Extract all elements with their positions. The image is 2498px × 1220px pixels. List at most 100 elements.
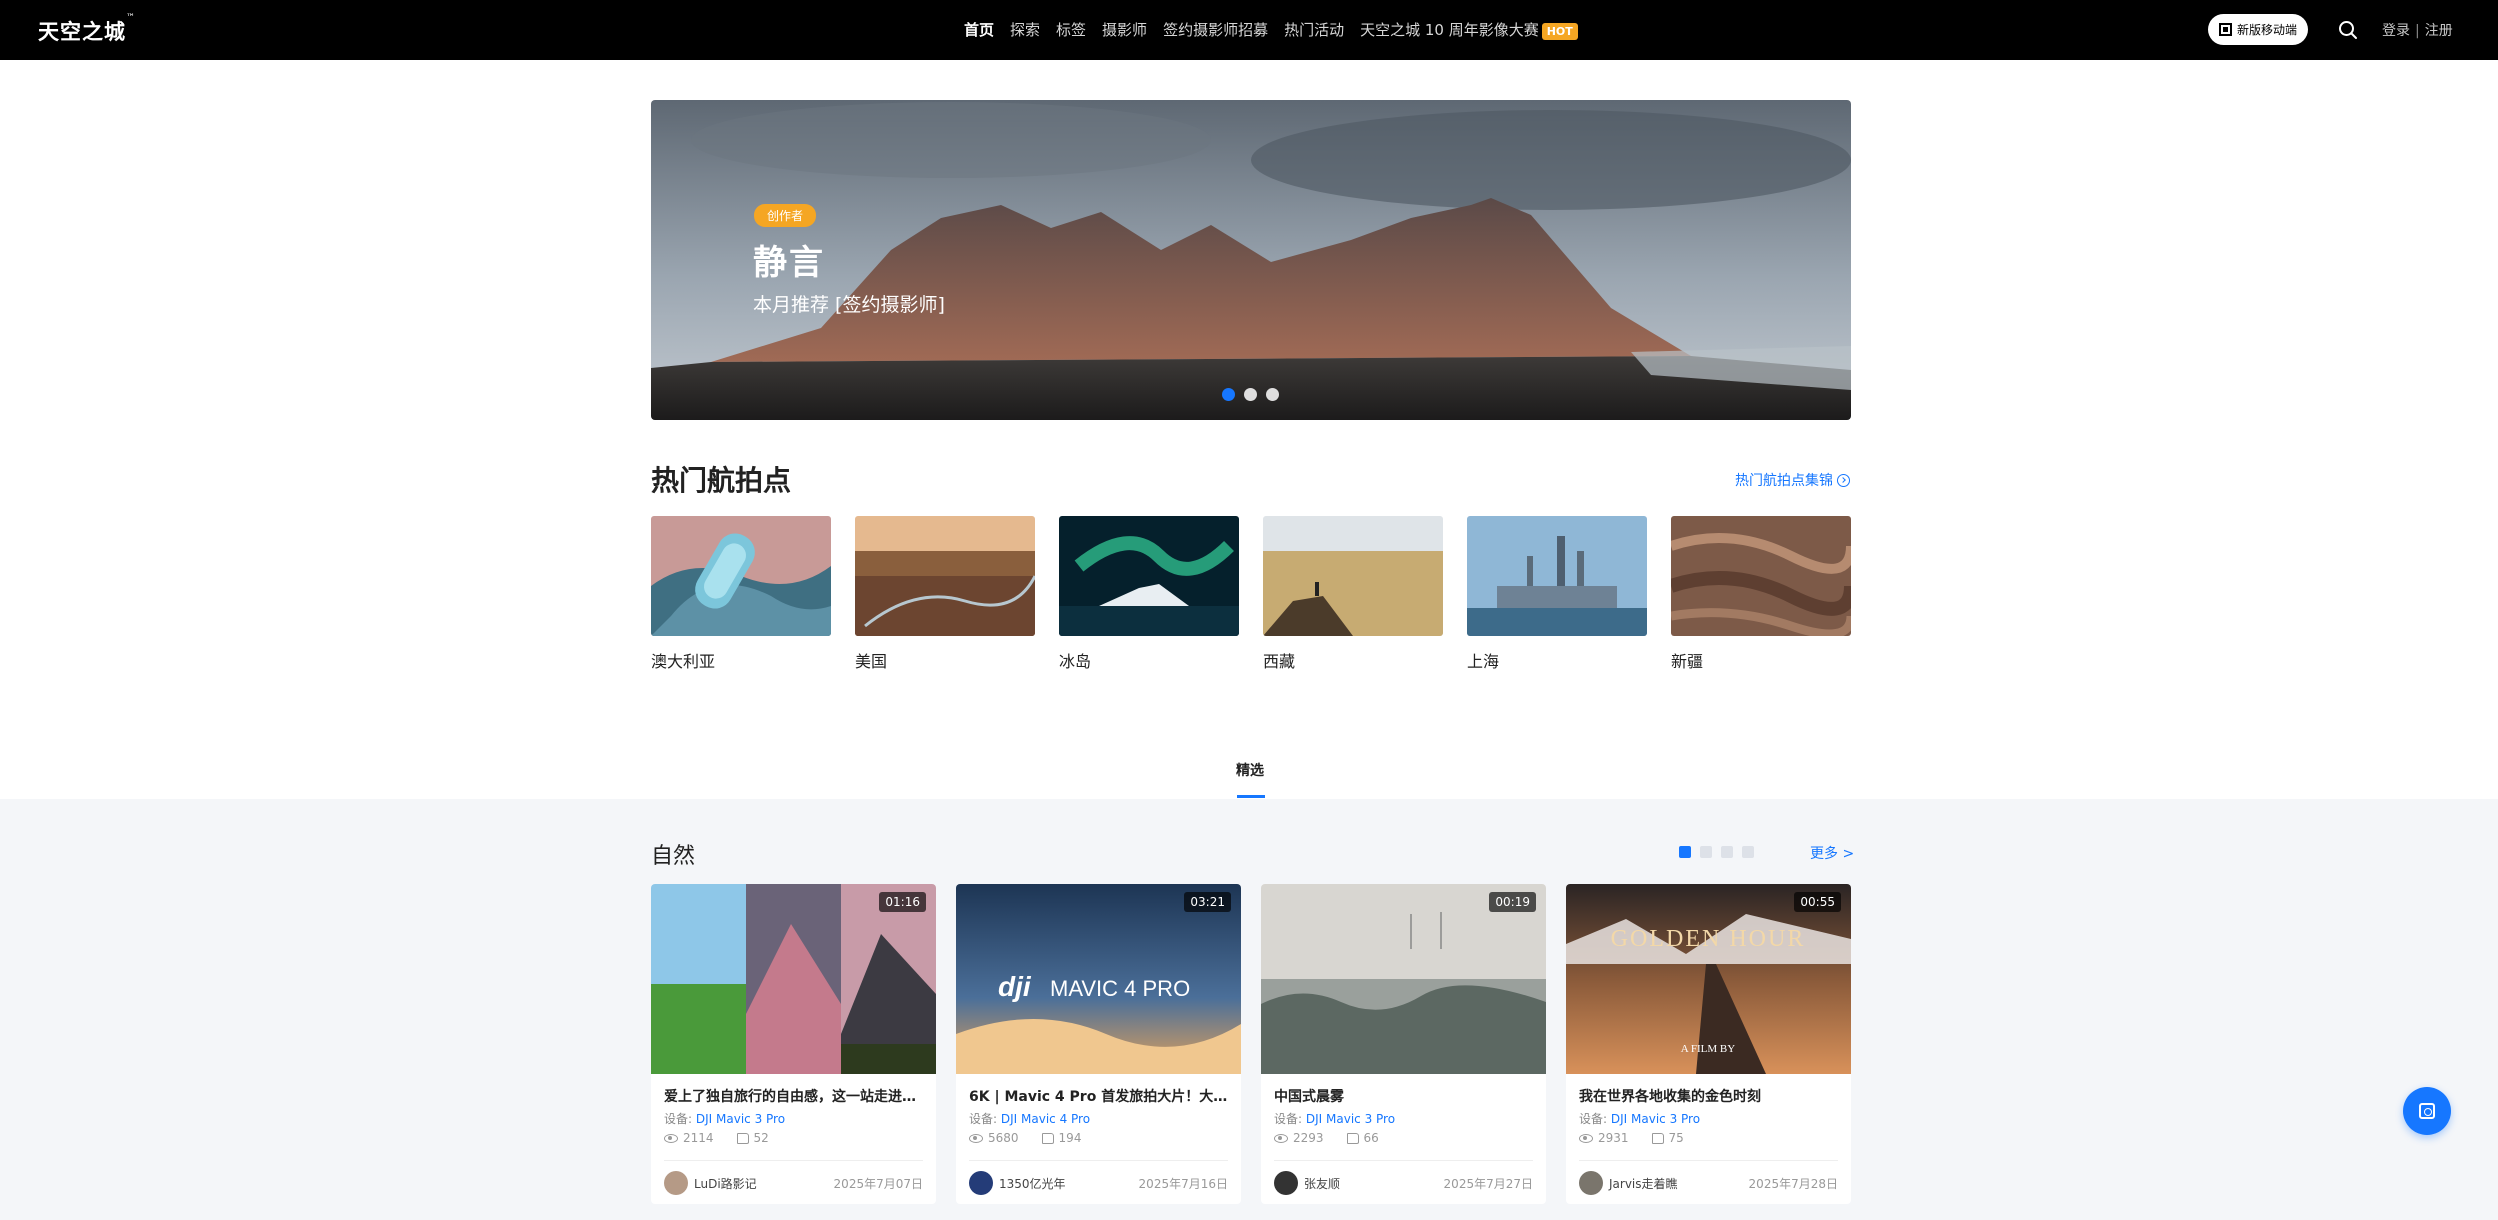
video-duration: 01:16 xyxy=(879,892,926,912)
hotspot-label: 美国 xyxy=(855,652,888,671)
pager-dot[interactable] xyxy=(1700,846,1712,858)
video-card-list: 01:16 爱上了独自旅行的自由感，这一站走进… 设备: DJI Mavic 3… xyxy=(651,884,1851,1204)
eye-icon xyxy=(969,1133,983,1143)
eye-icon xyxy=(1579,1133,1593,1143)
video-card[interactable]: 00:19 中国式晨雾 设备: DJI Mavic 3 Pro 2293 66 … xyxy=(1261,884,1546,1204)
hotspot-tibet[interactable]: 西藏 xyxy=(1263,516,1443,672)
like-count: 52 xyxy=(753,1131,769,1145)
device-prefix: 设备: xyxy=(1274,1112,1303,1126)
video-title[interactable]: 中国式晨雾 xyxy=(1274,1086,1534,1106)
nav-tags[interactable]: 标签 xyxy=(1056,19,1086,40)
video-card[interactable]: dji MAVIC 4 PRO 03:21 6K | Mavic 4 Pro 首… xyxy=(956,884,1241,1204)
creator-badge: 创作者 xyxy=(754,204,817,227)
carousel-dot[interactable] xyxy=(1222,388,1235,401)
hotspot-label: 上海 xyxy=(1467,652,1500,671)
author-name[interactable]: 1350亿光年 xyxy=(999,1175,1066,1192)
hotspots-title: 热门航拍点 xyxy=(651,464,792,497)
card-divider xyxy=(969,1160,1228,1161)
author-name[interactable]: LuDi路影记 xyxy=(694,1175,757,1192)
pager-dot[interactable] xyxy=(1679,846,1691,858)
floating-action-button[interactable] xyxy=(2403,1087,2451,1135)
pager-dot[interactable] xyxy=(1721,846,1733,858)
top-nav-bar: 天空之城™ 首页 探索 标签 摄影师 签约摄影师招募 热门活动 天空之城 10 … xyxy=(0,0,2498,60)
login-link[interactable]: 登录 xyxy=(2382,23,2410,39)
search-icon[interactable] xyxy=(2336,18,2360,42)
site-logo[interactable]: 天空之城™ xyxy=(38,13,136,46)
hotspot-usa[interactable]: 美国 xyxy=(855,516,1037,672)
nav-photographers[interactable]: 摄影师 xyxy=(1102,19,1147,40)
video-device: 设备: DJI Mavic 4 Pro xyxy=(969,1110,1090,1127)
hotspots-link-label: 热门航拍点集锦 xyxy=(1735,473,1833,489)
thumbs-up-icon xyxy=(1041,1132,1054,1144)
device-name[interactable]: DJI Mavic 4 Pro xyxy=(1001,1112,1090,1126)
more-link[interactable]: 更多 > xyxy=(1810,843,1854,863)
thumbs-up-icon xyxy=(736,1132,749,1144)
card-footer: Jarvis走着瞧 2025年7月28日 xyxy=(1579,1171,1838,1195)
video-stats: 2931 75 xyxy=(1579,1131,1684,1145)
hotspot-xinjiang[interactable]: 新疆 xyxy=(1668,516,1858,672)
hotspot-label: 冰岛 xyxy=(1059,652,1092,671)
hotspots-collection-link[interactable]: 热门航拍点集锦 xyxy=(1735,470,1850,490)
video-title[interactable]: 爱上了独自旅行的自由感，这一站走进… xyxy=(664,1086,924,1106)
nav-contest[interactable]: 天空之城 10 周年影像大赛 HOT xyxy=(1360,19,1578,40)
carousel-dot[interactable] xyxy=(1266,388,1279,401)
like-count: 194 xyxy=(1058,1131,1082,1145)
device-name[interactable]: DJI Mavic 3 Pro xyxy=(1611,1112,1700,1126)
card-footer: 张友顺 2025年7月27日 xyxy=(1274,1171,1533,1195)
banner-subtitle: 本月推荐 [签约摄影师] xyxy=(753,294,945,316)
thumbnail-image: GOLDEN HOUR A FILM BY xyxy=(1566,884,1851,1074)
avatar[interactable] xyxy=(969,1171,993,1195)
hotspot-iceland[interactable]: 冰岛 xyxy=(1059,516,1239,672)
video-duration: 00:19 xyxy=(1489,892,1536,912)
arrow-circle-icon xyxy=(1837,473,1850,487)
nav-events[interactable]: 热门活动 xyxy=(1284,19,1344,40)
video-thumbnail: 01:16 xyxy=(651,884,936,1074)
mobile-version-button[interactable]: 新版移动端 xyxy=(2208,14,2308,45)
avatar[interactable] xyxy=(1274,1171,1298,1195)
video-card[interactable]: GOLDEN HOUR A FILM BY 00:55 我在世界各地收集的金色时… xyxy=(1566,884,1851,1204)
register-link[interactable]: 注册 xyxy=(2425,23,2453,39)
hotspot-australia[interactable]: 澳大利亚 xyxy=(651,516,831,672)
hotspot-label: 澳大利亚 xyxy=(651,652,716,671)
video-duration: 03:21 xyxy=(1184,892,1231,912)
tab-featured[interactable]: 精选 xyxy=(1236,760,1264,780)
video-thumbnail: dji MAVIC 4 PRO 03:21 xyxy=(956,884,1241,1074)
author-name[interactable]: 张友顺 xyxy=(1304,1175,1340,1192)
thumbs-up-icon xyxy=(1346,1132,1359,1144)
thumbs-up-icon xyxy=(1651,1132,1664,1144)
thumbnail-image xyxy=(651,884,936,1074)
view-count: 2931 xyxy=(1598,1131,1629,1145)
qr-code-icon xyxy=(2218,23,2232,36)
hotspot-image xyxy=(1467,516,1647,636)
video-stats: 2293 66 xyxy=(1274,1131,1379,1145)
video-title[interactable]: 我在世界各地收集的金色时刻 xyxy=(1579,1086,1839,1106)
device-name[interactable]: DJI Mavic 3 Pro xyxy=(696,1112,785,1126)
video-title[interactable]: 6K | Mavic 4 Pro 首发旅拍大片！大疆… xyxy=(969,1086,1229,1106)
pager-dot[interactable] xyxy=(1742,846,1754,858)
hot-badge: HOT xyxy=(1541,23,1578,40)
video-duration: 00:55 xyxy=(1794,892,1841,912)
nav-contest-label: 天空之城 10 周年影像大赛 xyxy=(1360,21,1539,39)
hero-banner[interactable]: 创作者 静言 本月推荐 [签约摄影师] xyxy=(651,100,1851,420)
video-device: 设备: DJI Mavic 3 Pro xyxy=(1579,1110,1700,1127)
thumbnail-image: dji MAVIC 4 PRO xyxy=(956,884,1241,1074)
author-name[interactable]: Jarvis走着瞧 xyxy=(1609,1175,1678,1192)
video-card[interactable]: 01:16 爱上了独自旅行的自由感，这一站走进… 设备: DJI Mavic 3… xyxy=(651,884,936,1204)
device-prefix: 设备: xyxy=(1579,1112,1608,1126)
device-prefix: 设备: xyxy=(969,1112,998,1126)
hotspot-shanghai[interactable]: 上海 xyxy=(1467,516,1647,672)
device-name[interactable]: DJI Mavic 3 Pro xyxy=(1306,1112,1395,1126)
nav-explore[interactable]: 探索 xyxy=(1010,19,1040,40)
hotspot-image xyxy=(1668,516,1858,639)
avatar[interactable] xyxy=(664,1171,688,1195)
hotspot-image xyxy=(1059,516,1239,636)
carousel-dot[interactable] xyxy=(1244,388,1257,401)
video-device: 设备: DJI Mavic 3 Pro xyxy=(664,1110,785,1127)
nav-home[interactable]: 首页 xyxy=(964,19,994,40)
avatar[interactable] xyxy=(1579,1171,1603,1195)
video-thumbnail: 00:19 xyxy=(1261,884,1546,1074)
logo-text: 天空之城 xyxy=(38,20,126,44)
video-stats: 5680 194 xyxy=(969,1131,1081,1145)
hotspot-image xyxy=(855,516,1037,636)
nav-recruit[interactable]: 签约摄影师招募 xyxy=(1163,19,1268,40)
